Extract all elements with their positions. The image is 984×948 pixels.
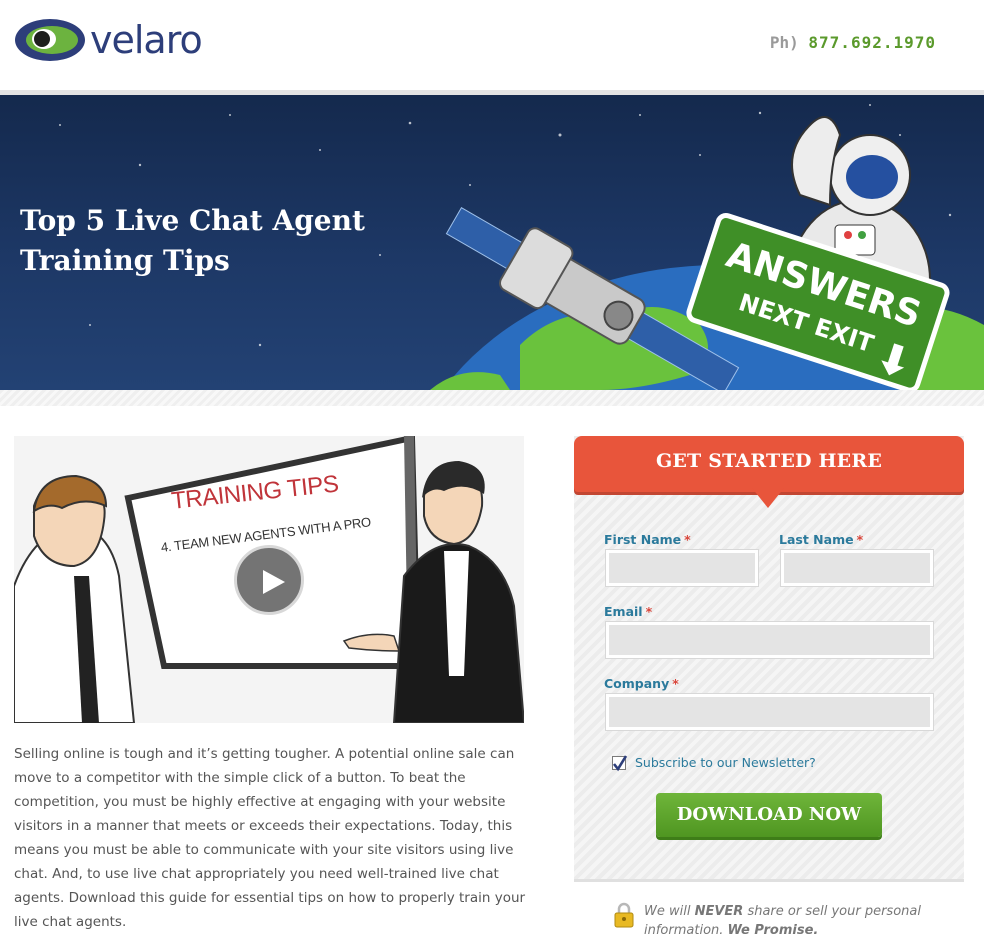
logo-wordmark: velaro: [90, 18, 203, 62]
phone-number[interactable]: 877.692.1970: [808, 33, 936, 52]
play-button[interactable]: [234, 545, 304, 615]
privacy-promise: We Promise.: [727, 923, 819, 938]
first-name-label: First Name *: [604, 532, 691, 547]
email-field[interactable]: [606, 622, 933, 658]
site-header: velaro Ph) 877.692.1970: [0, 0, 984, 90]
required-marker: *: [856, 532, 864, 547]
required-marker: *: [684, 532, 691, 547]
checkmark-icon: [612, 754, 628, 771]
privacy-text: We will NEVER share or sell your persona…: [644, 902, 954, 940]
phone-label: Ph): [769, 33, 799, 52]
company-field[interactable]: [606, 694, 933, 730]
required-marker: *: [672, 676, 679, 691]
first-name-field[interactable]: [606, 550, 758, 586]
intro-paragraph: Selling online is tough and it’s getting…: [14, 746, 526, 930]
play-icon: [263, 570, 285, 594]
newsletter-checkbox[interactable]: [612, 754, 628, 771]
company-label-text: Company: [604, 676, 670, 691]
last-name-field[interactable]: [781, 550, 933, 586]
first-name-label-text: First Name: [604, 532, 682, 547]
newsletter-label[interactable]: Subscribe to our Newsletter?: [635, 755, 816, 770]
form-banner-pointer: [752, 488, 784, 508]
privacy-prefix: We will: [644, 904, 691, 919]
lock-icon: [614, 902, 634, 928]
last-name-label: Last Name *: [779, 532, 863, 547]
email-label: Email *: [604, 604, 652, 619]
last-name-label-text: Last Name: [779, 532, 854, 547]
velaro-eye-logo-icon: [15, 19, 85, 61]
download-now-button[interactable]: DOWNLOAD NOW: [656, 793, 882, 837]
page-title: Top 5 Live Chat Agent Training Tips: [20, 204, 365, 277]
company-label: Company *: [604, 676, 679, 691]
hero-divider: [0, 390, 984, 406]
required-marker: *: [645, 604, 653, 619]
newsletter-option[interactable]: Subscribe to our Newsletter?: [612, 754, 816, 771]
velaro-logo[interactable]: velaro: [14, 14, 203, 66]
privacy-notice: We will NEVER share or sell your persona…: [614, 902, 954, 940]
form-heading: GET STARTED HERE: [655, 450, 883, 472]
hero-banner: ANSWERS NEXT EXIT Top 5 Live Chat Agent …: [0, 95, 984, 390]
phone-contact: Ph) 877.692.1970: [770, 33, 936, 52]
email-label-text: Email: [604, 604, 643, 619]
privacy-never: NEVER: [694, 904, 744, 919]
